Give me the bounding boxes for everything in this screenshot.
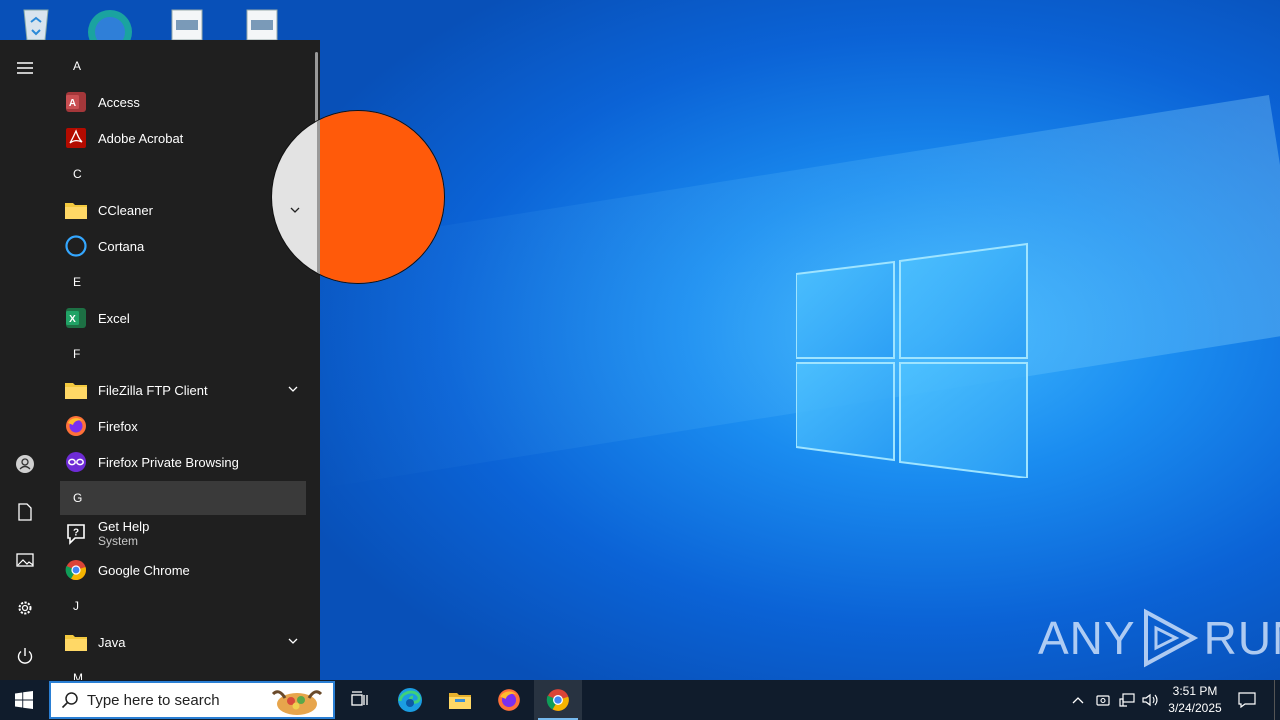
- section-header-j[interactable]: J: [60, 588, 306, 624]
- section-header-e[interactable]: E: [60, 264, 306, 300]
- chrome-icon: [64, 558, 88, 582]
- app-adobe-acrobat[interactable]: Adobe Acrobat: [60, 120, 306, 156]
- click-indicator: [271, 110, 445, 284]
- show-hidden-icons-chevron-up-icon[interactable]: [1066, 680, 1090, 720]
- edge-icon[interactable]: [386, 680, 434, 720]
- get-help-icon: ?: [64, 522, 88, 546]
- access-icon: A: [64, 90, 88, 114]
- folder-ccleaner[interactable]: CCleaner: [60, 192, 306, 228]
- network-icon[interactable]: [1116, 680, 1138, 720]
- firefox-icon[interactable]: [485, 680, 533, 720]
- user-icon[interactable]: [0, 442, 50, 486]
- document-icon[interactable]: [165, 6, 209, 41]
- recycle-bin-icon[interactable]: [14, 6, 58, 41]
- section-header-m[interactable]: M: [60, 660, 306, 680]
- show-desktop-button[interactable]: [1274, 680, 1280, 720]
- meet-now-icon[interactable]: [1092, 680, 1114, 720]
- firefox-icon: [64, 414, 88, 438]
- document-icon[interactable]: [240, 6, 284, 41]
- chrome-icon[interactable]: [534, 680, 582, 720]
- file-explorer-icon[interactable]: [436, 680, 484, 720]
- folder-java[interactable]: Java: [60, 624, 306, 660]
- section-header-c[interactable]: C: [60, 156, 306, 192]
- cortana-icon: [64, 234, 88, 258]
- windows-logo-wallpaper: [796, 242, 1028, 478]
- app-excel[interactable]: X Excel: [60, 300, 306, 336]
- acrobat-icon: [64, 126, 88, 150]
- search-icon: [61, 692, 78, 709]
- folder-icon: [64, 378, 88, 402]
- start-button[interactable]: [0, 680, 48, 720]
- play-logo-icon: [1143, 608, 1198, 668]
- app-google-chrome[interactable]: Google Chrome: [60, 552, 306, 588]
- hamburger-menu-icon[interactable]: [0, 46, 50, 90]
- chevron-down-icon[interactable]: [286, 634, 300, 648]
- svg-text:X: X: [69, 314, 76, 325]
- power-icon[interactable]: [0, 634, 50, 678]
- folder-icon: [64, 198, 88, 222]
- taskbar-search-box[interactable]: Type here to search: [49, 681, 335, 719]
- excel-icon: X: [64, 306, 88, 330]
- notifications-icon[interactable]: [1234, 680, 1260, 720]
- task-view-icon[interactable]: [336, 680, 384, 720]
- clock-date: 3/24/2025: [1168, 701, 1222, 715]
- app-firefox-private[interactable]: Firefox Private Browsing: [60, 444, 306, 480]
- app-list: A A Access Adobe Acrobat C CCleaner Cort…: [60, 48, 306, 680]
- windows-start-icon: [15, 691, 33, 709]
- settings-icon[interactable]: [0, 586, 50, 630]
- folder-filezilla[interactable]: FileZilla FTP Client: [60, 372, 306, 408]
- documents-icon[interactable]: [0, 490, 50, 534]
- folder-icon: [64, 630, 88, 654]
- app-cortana[interactable]: Cortana: [60, 228, 306, 264]
- app-get-help[interactable]: ? Get Help System: [60, 516, 306, 552]
- chevron-down-icon: [290, 207, 300, 213]
- volume-icon[interactable]: [1140, 680, 1162, 720]
- app-access[interactable]: A Access: [60, 84, 306, 120]
- firefox-private-icon: [64, 450, 88, 474]
- pictures-icon[interactable]: [0, 538, 50, 582]
- taskbar: Type here to search 3:51 PM 3/24/2025: [0, 680, 1280, 720]
- section-header-g[interactable]: G: [60, 481, 306, 515]
- svg-text:?: ?: [73, 528, 79, 539]
- start-rail: [0, 40, 50, 680]
- svg-text:A: A: [69, 98, 76, 109]
- chevron-down-icon[interactable]: [286, 382, 300, 396]
- section-header-f[interactable]: F: [60, 336, 306, 372]
- clock-time: 3:51 PM: [1172, 684, 1218, 698]
- app-firefox[interactable]: Firefox: [60, 408, 306, 444]
- section-header-a[interactable]: A: [60, 48, 306, 84]
- search-highlight-illustration-icon: [271, 690, 323, 715]
- edge-desktop-icon[interactable]: [88, 6, 132, 54]
- taskbar-clock[interactable]: 3:51 PM 3/24/2025: [1160, 683, 1230, 717]
- anyrun-watermark: ANY RUN: [1038, 608, 1280, 668]
